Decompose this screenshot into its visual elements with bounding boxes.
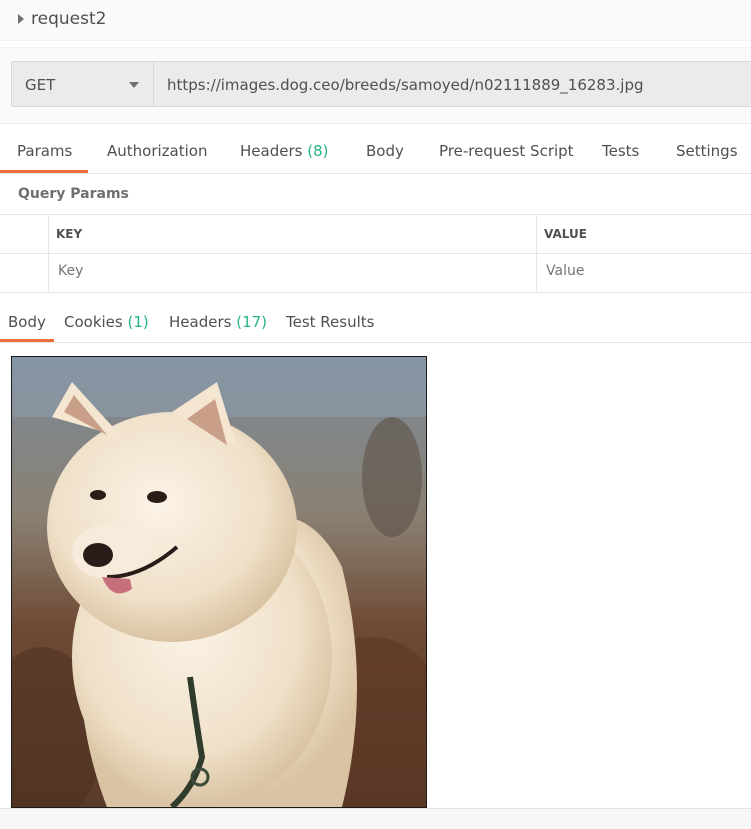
status-bar <box>0 808 751 829</box>
value-input[interactable] <box>546 263 746 279</box>
expand-caret-icon[interactable] <box>18 14 24 24</box>
response-tabs: Body Cookies (1) Headers (17) Test Resul… <box>0 300 751 343</box>
chevron-down-icon <box>129 82 139 88</box>
active-response-tab-indicator <box>0 339 54 342</box>
response-tab-cookies[interactable]: Cookies (1) <box>64 313 149 331</box>
tab-settings[interactable]: Settings <box>676 142 738 160</box>
tab-pre-request-script[interactable]: Pre-request Script <box>439 142 574 160</box>
query-params-table: KEY VALUE <box>0 214 751 293</box>
response-tab-body[interactable]: Body <box>8 313 46 331</box>
request-name[interactable]: request2 <box>31 9 106 29</box>
tab-params[interactable]: Params <box>17 142 72 160</box>
tab-tests[interactable]: Tests <box>602 142 639 160</box>
query-params-title: Query Params <box>18 186 129 202</box>
response-tab-test-results[interactable]: Test Results <box>286 313 374 331</box>
response-tab-headers[interactable]: Headers (17) <box>169 313 267 331</box>
value-column-header: VALUE <box>544 227 587 241</box>
key-column-header: KEY <box>56 227 83 241</box>
method-select[interactable]: GET <box>11 61 154 107</box>
request-tabs: Params Authorization Headers (8) Body Pr… <box>0 130 751 174</box>
key-input[interactable] <box>58 263 478 279</box>
tab-body[interactable]: Body <box>366 142 404 160</box>
tab-headers[interactable]: Headers (8) <box>240 142 328 160</box>
request-header: request2 <box>0 0 751 41</box>
url-text: https://images.dog.ceo/breeds/samoyed/n0… <box>167 76 644 94</box>
method-label: GET <box>25 76 56 94</box>
dog-photo <box>12 357 426 807</box>
response-image <box>11 356 427 808</box>
tab-authorization[interactable]: Authorization <box>107 142 207 160</box>
active-tab-indicator <box>0 170 88 173</box>
url-input[interactable]: https://images.dog.ceo/breeds/samoyed/n0… <box>154 61 751 107</box>
url-bar: GET https://images.dog.ceo/breeds/samoye… <box>0 47 751 124</box>
